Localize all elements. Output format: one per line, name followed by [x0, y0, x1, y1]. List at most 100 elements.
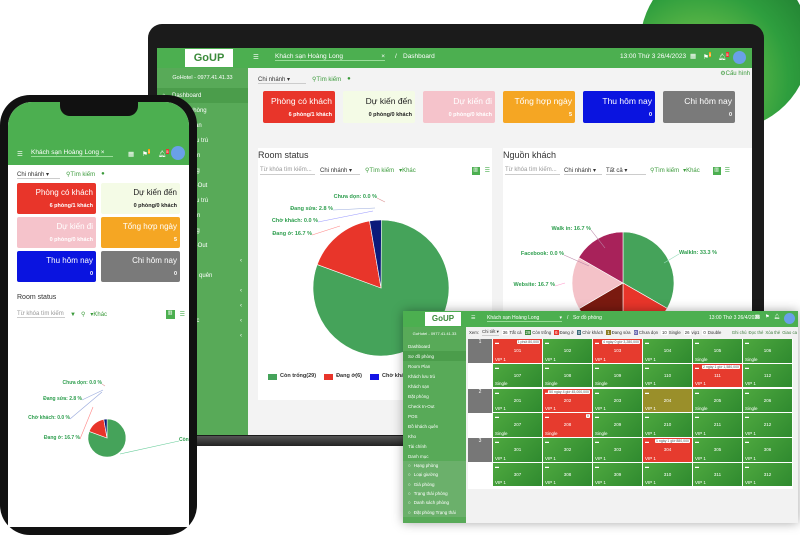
room-cell[interactable]: ▬ 109 Single	[593, 363, 642, 387]
room-cell[interactable]: ▬ 111 VIP 1 2 ngày 1 giờ 1,580,000	[693, 363, 742, 387]
room-cell[interactable]: ▬ 310 VIP 1	[643, 462, 692, 486]
room-cell[interactable]: ▬ 210 VIP 1	[643, 413, 692, 437]
room-cell[interactable]: ▬ 301 VIP 1	[493, 438, 542, 462]
room-cell[interactable]: ▬ 203 VIP 1	[593, 388, 642, 412]
room-filter[interactable]: 10 Single	[661, 330, 681, 335]
room-cell[interactable]: ▬ 306 VIP 1	[743, 438, 792, 462]
room-cell[interactable]: ▬ 107 Single	[493, 363, 542, 387]
room-number: 207	[513, 422, 522, 427]
room-cell[interactable]: ▬ 104 VIP 1	[643, 339, 692, 363]
room-number: 109	[613, 372, 622, 378]
room-cell[interactable]: ▬ 206 Single	[743, 388, 792, 412]
room-cell[interactable]: ▬ 212 VIP 1	[743, 413, 792, 437]
sidebar-subitem[interactable]: ○ Loại giường	[403, 470, 466, 480]
room-type: Single	[745, 356, 758, 362]
room-type: VIP 1	[495, 406, 506, 411]
room-filter[interactable]: 29 Còn trống	[524, 330, 552, 335]
subitem-icon: ○	[408, 491, 411, 497]
slice-label: Chờ khách: 0.0 %	[272, 218, 318, 224]
action-link[interactable]: Xóa thẻ	[765, 330, 780, 335]
room-filter[interactable]: 36 Tất cả	[501, 330, 522, 335]
room-type: VIP 1	[645, 455, 656, 461]
sidebar-item[interactable]: Đặt phòng	[403, 391, 466, 401]
room-cell[interactable]: ▬ 211 VIP 1	[693, 413, 742, 437]
room-number: 105	[713, 348, 722, 353]
room-number: 201	[513, 397, 522, 403]
sidebar-item-label: POS	[408, 413, 418, 419]
room-filter[interactable]: 6 Đang ở	[554, 330, 574, 335]
room-cell[interactable]: ▬ 105 Single	[693, 339, 742, 363]
sidebar-item[interactable]: Sơ đồ phòng	[403, 351, 466, 361]
room-cell[interactable]: ▬ 209 Single	[593, 413, 642, 437]
room-number: 309	[613, 471, 622, 477]
room-cell[interactable]: ▬ 103 VIP 1 4 ngày 0 giờ 3,280,000	[593, 339, 642, 363]
room-cell[interactable]: ▬ 205 Single	[693, 388, 742, 412]
bed-icon: ▬	[745, 364, 749, 370]
filter-label: Còn trống	[532, 330, 552, 335]
sidebar-item[interactable]: Tài chính	[403, 441, 466, 451]
slice-label: WalkIn: 33.3 %	[679, 250, 717, 256]
room-type: VIP 1	[595, 480, 606, 485]
bell-icon[interactable]: 🔔︎	[774, 314, 780, 320]
room-cell[interactable]: ▬ 311 VIP 1	[693, 462, 742, 486]
room-cell[interactable]: ▬ 312 VIP 1	[743, 462, 792, 486]
view-label: Xem:	[469, 330, 480, 335]
sidebar-item[interactable]: Khách lưu trú	[403, 371, 466, 381]
action-link[interactable]: Ghi chú	[732, 330, 747, 335]
menu-icon[interactable]: ☰	[471, 315, 475, 321]
room-cell[interactable]: ▬ 307 VIP 1	[493, 462, 542, 486]
room-stay-note: 4 ngày 0 giờ 3,280,000	[602, 340, 640, 344]
room-cell[interactable]: ▬ 208 Single 0	[543, 413, 592, 437]
room-number: 101	[513, 348, 522, 353]
sidebar-item[interactable]: Kho	[403, 431, 466, 441]
bed-icon: ▬	[695, 414, 699, 419]
sidebar-subitem[interactable]: ○ Trạng thái phòng	[403, 488, 466, 499]
sidebar-item[interactable]: Khách sạn	[403, 381, 466, 391]
sidebar-subitem[interactable]: ○ Đặt phòng Trạng thái	[403, 507, 466, 517]
bed-icon: ▬	[645, 414, 649, 419]
flag-icon[interactable]: ⚑	[765, 314, 769, 320]
room-type: VIP 1	[645, 480, 656, 485]
room-cell[interactable]: ▬ 102 VIP 1	[543, 339, 592, 363]
room-cell[interactable]: ▬ 106 Single	[743, 339, 792, 363]
room-cell[interactable]: ▬ 305 VIP 1	[693, 438, 742, 462]
room-cell[interactable]: ▬ 304 VIP 1 1 ngày 1 giờ 880,000	[643, 438, 692, 462]
room-cell[interactable]: ▬ 110 VIP 1	[643, 363, 692, 387]
room-cell[interactable]: ▬ 302 VIP 1	[543, 438, 592, 462]
room-cell[interactable]: ▬ 108 Single	[543, 363, 592, 387]
sidebar-subitem[interactable]: ○ Giá phòng	[403, 479, 466, 489]
slice-label: Chưa dọn: 0.0 %	[63, 380, 103, 386]
room-cell[interactable]: ▬ 202 VIP 1 50 ngày 4 giờ 45,000,000	[543, 388, 592, 412]
avatar[interactable]	[784, 313, 795, 324]
sidebar-item[interactable]: Check In-Out	[403, 401, 466, 411]
room-cell[interactable]: ▬ 309 VIP 1	[593, 462, 642, 486]
bed-icon: ▬	[595, 364, 599, 370]
sidebar-item[interactable]: POS	[403, 411, 466, 421]
room-filter[interactable]: 1 Đang sửa	[606, 330, 631, 335]
apps-icon[interactable]: ▦	[755, 314, 760, 320]
room-cell[interactable]: ▬ 207 Single	[493, 413, 542, 437]
sidebar-item[interactable]: Dashboard	[403, 341, 466, 351]
sidebar-item[interactable]: Đồ khách quên	[403, 421, 466, 431]
subitem-icon: ○	[408, 463, 411, 469]
room-cell[interactable]: ▬ 204 VIP 1	[643, 388, 692, 412]
room-filter[interactable]: 26 vip1	[683, 330, 699, 335]
bed-icon: ▬	[545, 439, 549, 444]
view-select[interactable]: Chi tiết ▾	[482, 329, 499, 336]
room-cell[interactable]: ▬ 303 VIP 1	[593, 438, 642, 462]
room-cell[interactable]: ▬ 201 VIP 1	[493, 388, 542, 412]
sidebar-item[interactable]: Room Plan	[403, 361, 466, 371]
room-cell[interactable]: ▬ 308 VIP 1	[543, 462, 592, 486]
room-cell[interactable]: ▬ 112 VIP 1	[743, 363, 792, 387]
sidebar-item[interactable]: Danh mục	[403, 451, 466, 461]
sidebar-subitem[interactable]: ○ Danh sách phòng	[403, 498, 466, 508]
hotel-select[interactable]: Khách sạn Hoàng Long ▾	[487, 315, 562, 322]
sidebar-subitem[interactable]: ○ Hạng phòng	[403, 461, 466, 471]
room-filter[interactable]: 0 Chưa dọn	[633, 330, 658, 335]
room-filter[interactable]: 0 Chờ khách	[576, 330, 603, 335]
action-link[interactable]: Đọc thẻ	[749, 330, 764, 335]
room-cell[interactable]: ▬ 101 VIP 1 1 phút 80,000	[493, 339, 542, 363]
room-filter[interactable]: 0 Double	[702, 330, 721, 335]
action-link[interactable]: Giao ca	[782, 330, 797, 335]
room-number: 108	[563, 372, 572, 378]
